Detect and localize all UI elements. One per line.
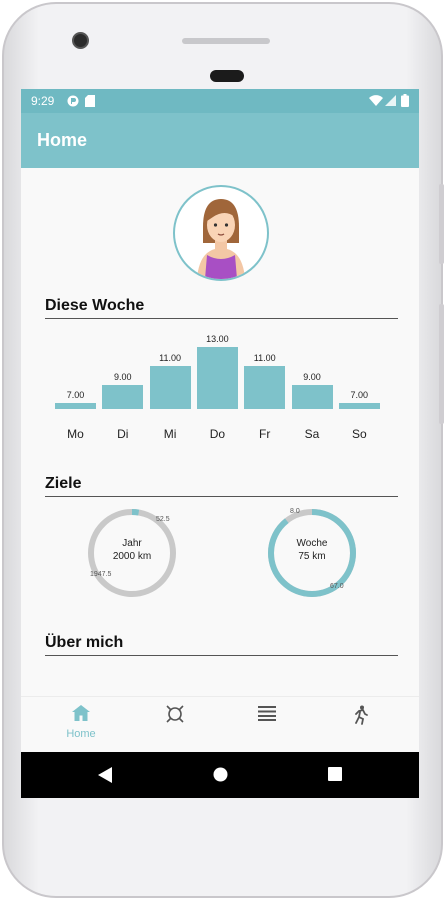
runner-icon bbox=[355, 705, 368, 725]
runner-avatar-icon bbox=[197, 199, 245, 279]
volume-button bbox=[439, 304, 444, 424]
goal-ring-week[interactable]: Woche 75 km 67.0 8.0 bbox=[266, 507, 358, 599]
bar-value-label: 7.00 bbox=[350, 390, 369, 401]
x-tick-label: Di bbox=[117, 427, 129, 441]
bar bbox=[244, 365, 286, 409]
nav-item-list[interactable] bbox=[237, 705, 297, 726]
status-bar: 9:29 bbox=[21, 89, 419, 113]
goal-done-label: 67.0 bbox=[330, 583, 344, 590]
bar-value-label: 13.00 bbox=[206, 334, 229, 344]
bar-value-label: 11.00 bbox=[253, 352, 276, 363]
bar-column-di: 9.00 bbox=[102, 369, 144, 409]
app-notification-icon bbox=[67, 95, 79, 107]
goal-title: Jahr bbox=[122, 538, 142, 549]
bar-column-sa: 9.00 bbox=[291, 369, 333, 409]
front-camera bbox=[72, 32, 89, 49]
goal-ring-year[interactable]: Jahr 2000 km 52.5 1947.5 bbox=[86, 507, 178, 599]
nav-item-run[interactable] bbox=[330, 705, 390, 730]
system-navigation-bar bbox=[21, 752, 419, 798]
bar bbox=[338, 403, 380, 409]
goal-target: 75 km bbox=[298, 551, 326, 562]
avatar[interactable] bbox=[173, 185, 269, 281]
goal-remaining-label: 1947.5 bbox=[90, 571, 112, 578]
app-bar: Home bbox=[21, 113, 419, 168]
goal-done-label: 52.5 bbox=[156, 516, 170, 523]
signal-icon bbox=[385, 95, 396, 106]
x-tick-label: Do bbox=[209, 427, 226, 441]
x-tick-label: Mo bbox=[67, 427, 84, 441]
home-icon bbox=[72, 705, 90, 721]
bar-value-label: 7.00 bbox=[66, 390, 85, 401]
list-icon bbox=[258, 706, 276, 721]
bar bbox=[196, 347, 238, 409]
nav-item-label: Home bbox=[66, 728, 96, 740]
x-tick-label: Fr bbox=[259, 427, 271, 441]
bar bbox=[55, 403, 96, 409]
nav-item-goals[interactable] bbox=[145, 705, 205, 728]
divider bbox=[45, 655, 398, 656]
power-button bbox=[439, 184, 444, 264]
sd-card-icon bbox=[85, 95, 95, 107]
goal-ring-week-center: Woche 75 km bbox=[266, 537, 358, 563]
goal-remaining-label: 8.0 bbox=[290, 508, 300, 515]
nav-item-home[interactable]: Home bbox=[51, 705, 111, 740]
back-icon[interactable] bbox=[98, 767, 112, 783]
bar-value-label: 11.00 bbox=[159, 352, 182, 363]
proximity-sensor bbox=[210, 70, 244, 82]
bottom-navigation: Home bbox=[21, 696, 419, 752]
x-tick-label: So bbox=[351, 427, 367, 441]
screen: 9:29 Home Diese Woche 7.00 9.00 11.00 13… bbox=[21, 89, 419, 798]
bar-column-mo: 7.00 bbox=[55, 387, 96, 409]
goal-target: 2000 km bbox=[112, 551, 152, 562]
target-icon bbox=[166, 705, 184, 723]
status-time: 9:29 bbox=[31, 94, 55, 108]
battery-icon bbox=[401, 94, 409, 107]
goal-title: Woche bbox=[296, 538, 328, 549]
x-tick-label: Sa bbox=[304, 427, 320, 441]
bar-column-fr: 11.00 bbox=[244, 350, 286, 409]
bar bbox=[149, 365, 191, 409]
recents-icon[interactable] bbox=[328, 767, 342, 781]
x-tick-label: Mi bbox=[163, 427, 177, 441]
home-circle-icon[interactable] bbox=[213, 767, 228, 782]
page-title: Home bbox=[37, 130, 88, 150]
bar-column-so: 7.00 bbox=[338, 387, 380, 409]
bar-value-label: 9.00 bbox=[303, 371, 321, 382]
bar-column-do: 13.00 bbox=[196, 331, 238, 409]
section-title-week: Diese Woche bbox=[45, 297, 145, 314]
earpiece-speaker bbox=[182, 38, 270, 44]
goal-ring-year-center: Jahr 2000 km bbox=[86, 537, 178, 563]
section-title-about: Über mich bbox=[45, 634, 124, 651]
wifi-icon bbox=[369, 95, 383, 106]
bar bbox=[291, 384, 333, 409]
section-title-goals: Ziele bbox=[45, 475, 82, 492]
bar-column-mi: 11.00 bbox=[149, 350, 191, 409]
bar bbox=[102, 384, 144, 409]
divider bbox=[45, 496, 398, 497]
bar-value-label: 9.00 bbox=[114, 371, 132, 382]
divider bbox=[45, 318, 398, 319]
